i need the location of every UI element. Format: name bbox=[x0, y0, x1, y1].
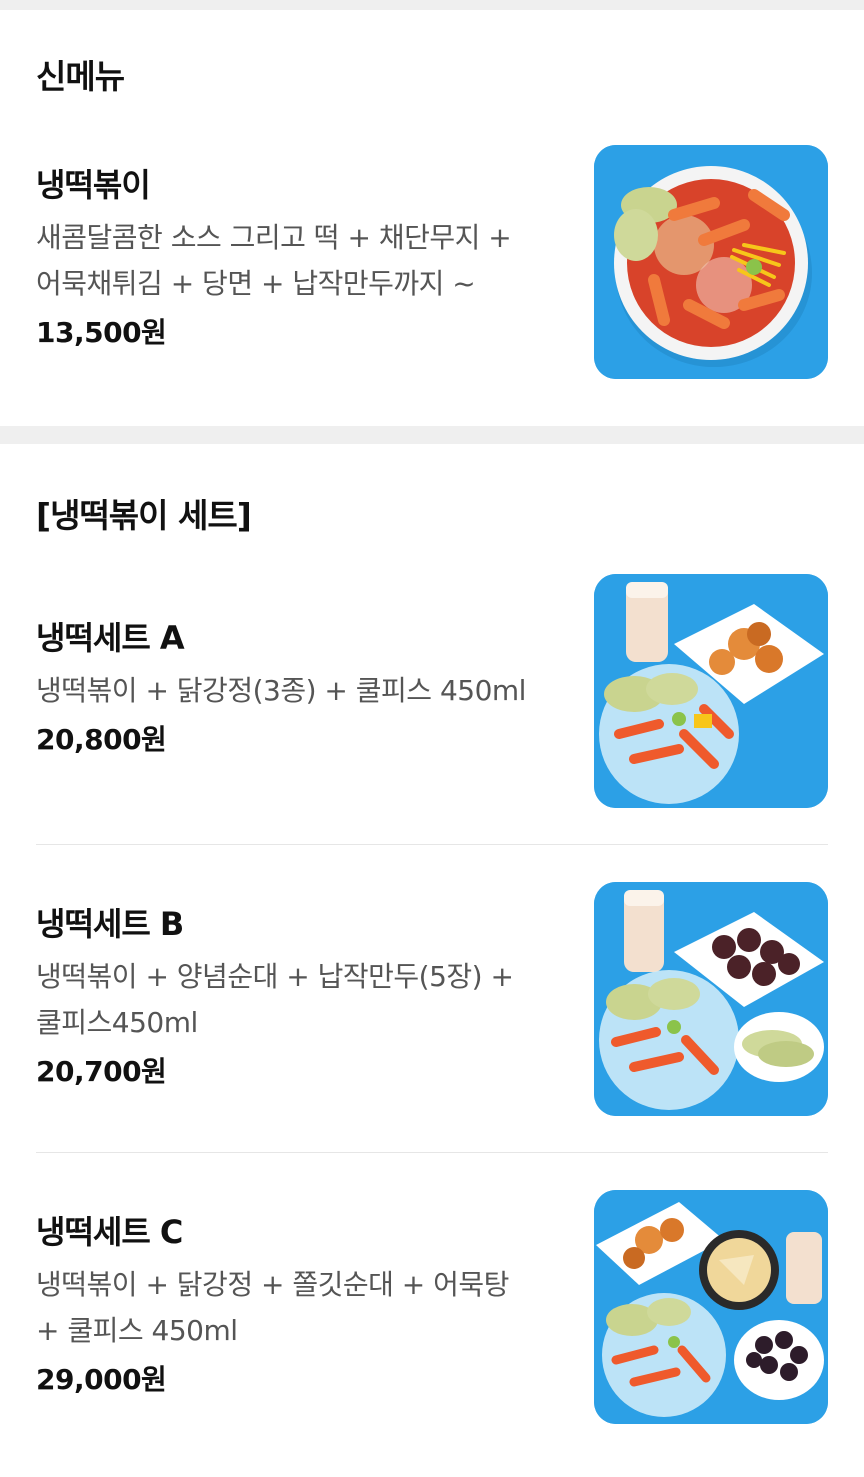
menu-item-description: 냉떡볶이 + 닭강정(3종) + 쿨피스 450ml bbox=[36, 668, 566, 714]
menu-item-price: 20,700원 bbox=[36, 1055, 167, 1088]
menu-item-naengtteok[interactable]: 냉떡볶이 새콤달콤한 소스 그리고 떡 + 채단무지 + 어묵채튀김 + 당면 … bbox=[36, 145, 828, 379]
menu-item-description: 냉떡볶이 + 양념순대 + 납작만두(5장) + 쿨피스450ml bbox=[36, 954, 566, 1046]
section-title-new-menu: 신메뉴 bbox=[36, 57, 125, 96]
menu-item-text: 냉떡세트 A 냉떡볶이 + 닭강정(3종) + 쿨피스 450ml 20,800… bbox=[36, 574, 566, 808]
menu-item-text: 냉떡세트 C 냉떡볶이 + 닭강정 + 쫄깃순대 + 어묵탕 + 쿨피스 450… bbox=[36, 1190, 566, 1424]
menu-item-description: 냉떡볶이 + 닭강정 + 쫄깃순대 + 어묵탕 + 쿨피스 450ml bbox=[36, 1262, 566, 1354]
menu-item-photo-naengtteok[interactable] bbox=[594, 145, 828, 379]
menu-item-desc-line: 냉떡볶이 + 양념순대 + 납작만두(5장) + bbox=[36, 960, 514, 993]
menu-item-set-a[interactable]: 냉떡세트 A 냉떡볶이 + 닭강정(3종) + 쿨피스 450ml 20,800… bbox=[36, 574, 828, 808]
set-c-image bbox=[594, 1190, 828, 1424]
set-a-image bbox=[594, 574, 828, 808]
section-title-set-menu: [냉떡볶이 세트] bbox=[36, 496, 252, 535]
menu-item-desc-line: 냉떡볶이 + 닭강정 + 쫄깃순대 + 어묵탕 bbox=[36, 1268, 509, 1301]
menu-item-desc-line: 냉떡볶이 + 닭강정(3종) + 쿨피스 450ml bbox=[36, 674, 526, 707]
menu-item-name: 냉떡세트 A bbox=[36, 619, 185, 657]
menu-item-name: 냉떡세트 B bbox=[36, 905, 184, 943]
menu-item-price: 13,500원 bbox=[36, 316, 167, 349]
tteokbokki-bowl-image bbox=[594, 145, 828, 379]
new-menu-section: 신메뉴 냉떡볶이 새콤달콤한 소스 그리고 떡 + 채단무지 + 어묵채튀김 +… bbox=[0, 10, 864, 426]
item-divider bbox=[36, 844, 828, 845]
menu-item-photo-set-c[interactable] bbox=[594, 1190, 828, 1424]
menu-item-photo-set-a[interactable] bbox=[594, 574, 828, 808]
menu-item-desc-line: 쿨피스450ml bbox=[36, 1006, 198, 1039]
menu-item-name: 냉떡볶이 bbox=[36, 166, 151, 204]
menu-item-desc-line: 어묵채튀김 + 당면 + 납작만두까지 ~ bbox=[36, 267, 476, 300]
menu-item-desc-line: 새콤달콤한 소스 그리고 떡 + 채단무지 + bbox=[36, 221, 512, 254]
menu-item-text: 냉떡세트 B 냉떡볶이 + 양념순대 + 납작만두(5장) + 쿨피스450ml… bbox=[36, 882, 566, 1116]
set-b-image bbox=[594, 882, 828, 1116]
top-gap bbox=[0, 0, 864, 10]
menu-item-text: 냉떡볶이 새콤달콤한 소스 그리고 떡 + 채단무지 + 어묵채튀김 + 당면 … bbox=[36, 145, 566, 379]
menu-item-set-c[interactable]: 냉떡세트 C 냉떡볶이 + 닭강정 + 쫄깃순대 + 어묵탕 + 쿨피스 450… bbox=[36, 1190, 828, 1424]
set-menu-section: [냉떡볶이 세트] 냉떡세트 A 냉떡볶이 + 닭강정(3종) + 쿨피스 45… bbox=[0, 444, 864, 1477]
menu-item-set-b[interactable]: 냉떡세트 B 냉떡볶이 + 양념순대 + 납작만두(5장) + 쿨피스450ml… bbox=[36, 882, 828, 1116]
item-divider bbox=[36, 1152, 828, 1153]
menu-item-photo-set-b[interactable] bbox=[594, 882, 828, 1116]
menu-item-desc-line: + 쿨피스 450ml bbox=[36, 1314, 238, 1347]
section-gap bbox=[0, 426, 864, 444]
menu-item-name: 냉떡세트 C bbox=[36, 1213, 183, 1251]
menu-item-description: 새콤달콤한 소스 그리고 떡 + 채단무지 + 어묵채튀김 + 당면 + 납작만… bbox=[36, 215, 566, 307]
menu-item-price: 29,000원 bbox=[36, 1363, 167, 1396]
menu-item-price: 20,800원 bbox=[36, 723, 167, 756]
